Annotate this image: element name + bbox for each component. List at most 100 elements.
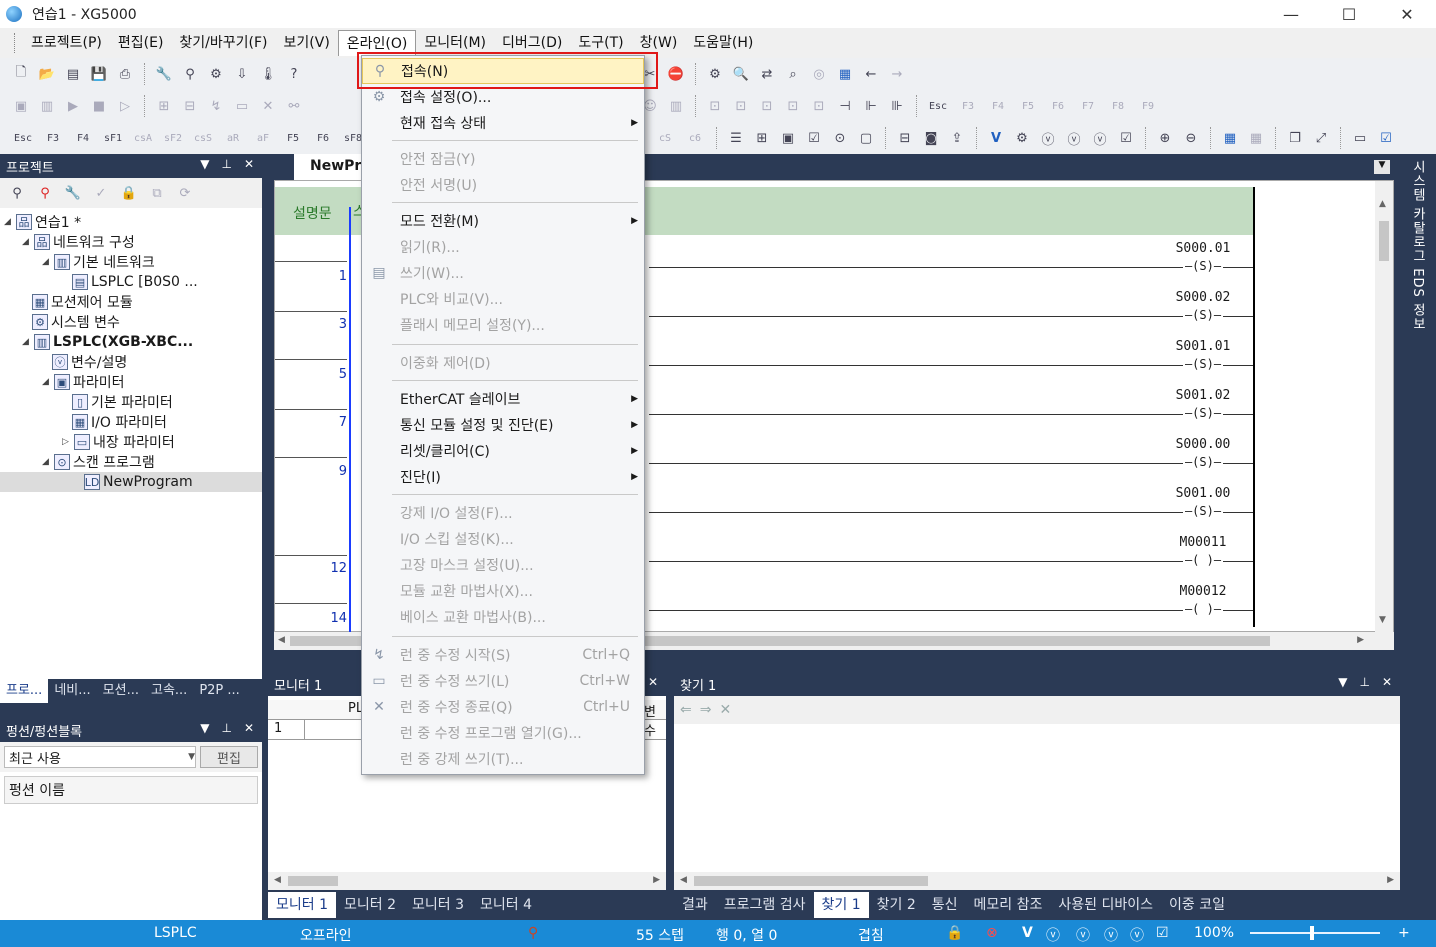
back-arrow-icon[interactable]: ←	[860, 63, 882, 85]
zoom-in-button[interactable]: +	[1398, 925, 1410, 941]
tree-item-io-param[interactable]: ▦ I/O 파라미터	[0, 412, 262, 432]
ladder-f6-icon[interactable]: F6	[310, 127, 336, 149]
function-edit-button[interactable]: 편집	[200, 746, 258, 768]
key-f9-icon[interactable]: F9	[1135, 95, 1161, 117]
set-coil[interactable]: —(S)—	[1183, 406, 1223, 420]
scroll-up-icon[interactable]: ▲	[1379, 199, 1386, 209]
menu-find-replace[interactable]: 찾기/바꾸기(F)	[171, 30, 275, 56]
open-folder-icon[interactable]: 📂	[36, 63, 58, 85]
chevron-down-icon[interactable]: ▼	[1374, 160, 1390, 174]
menu-item-redundancy[interactable]: 이중화 제어(D)	[362, 350, 644, 376]
replace-icon[interactable]: ⇄	[756, 63, 778, 85]
function-category-select[interactable]: 최근 사용 ▼	[4, 746, 196, 768]
close-icon[interactable]: ✕	[1382, 675, 1392, 689]
block-icon[interactable]: ⊡	[704, 95, 726, 117]
thermometer-icon[interactable]: 🌡	[257, 63, 279, 85]
tab-highspeed[interactable]: 고속...	[145, 679, 193, 703]
chip-icon[interactable]: ⚙	[1011, 127, 1033, 149]
menu-item-connection-status[interactable]: 현재 접속 상태 ▶	[362, 110, 644, 136]
zoom-dim-icon[interactable]: ◎	[808, 63, 830, 85]
connect-icon[interactable]: ⚲	[179, 63, 201, 85]
tree-item-basic-network[interactable]: ◢ ▥ 기본 네트워크	[0, 252, 262, 272]
zoom-in-icon[interactable]: ⊕	[1154, 127, 1176, 149]
menu-item-io-skip[interactable]: I/O 스킵 설정(K)...	[362, 526, 644, 552]
menu-item-run-edit-open[interactable]: 런 중 수정 프로그램 열기(G)...	[362, 720, 644, 746]
menu-item-run-edit-start[interactable]: ↯ 런 중 수정 시작(S) Ctrl+Q	[362, 642, 644, 668]
online-edit-icon[interactable]: ⊞	[153, 95, 175, 117]
var2-icon[interactable]: ⓥ	[1063, 127, 1085, 149]
var4-icon[interactable]: ☑	[1115, 127, 1137, 149]
tree-item-newprogram[interactable]: LD NewProgram	[0, 472, 262, 492]
key-esc-icon[interactable]: Esc	[925, 95, 951, 117]
var5-icon[interactable]: ☑	[1156, 925, 1169, 941]
block2-icon[interactable]: ⊡	[730, 95, 752, 117]
tree-item-plc[interactable]: ◢ ▥ LSPLC(XGB-XBC...	[0, 332, 262, 352]
menu-help[interactable]: 도움말(H)	[685, 30, 761, 56]
minimize-button[interactable]: —	[1262, 0, 1320, 28]
stop-icon[interactable]: ⛔	[665, 63, 687, 85]
clear-icon[interactable]: ✕	[719, 702, 731, 718]
copy-icon[interactable]: ⧉	[146, 182, 168, 204]
lock-icon[interactable]: 🔒	[118, 182, 140, 204]
view-grid-icon[interactable]: ⊞	[751, 127, 773, 149]
collapse-icon[interactable]: ◢	[4, 217, 16, 227]
view-link-icon[interactable]: ⊙	[829, 127, 851, 149]
key-f4-icon[interactable]: F4	[985, 95, 1011, 117]
set-coil[interactable]: —(S)—	[1183, 259, 1223, 273]
key-f5-icon[interactable]: F5	[1015, 95, 1041, 117]
zoom-slider-track[interactable]	[1250, 932, 1380, 934]
find-next-icon[interactable]: ⇒	[700, 702, 712, 718]
ladder-esc-icon[interactable]: Esc	[10, 127, 36, 149]
window-icon[interactable]: ▭	[1349, 127, 1371, 149]
menu-item-mode-change[interactable]: 모드 전환(M) ▶	[362, 208, 644, 234]
close-icon[interactable]: ✕	[244, 157, 254, 171]
scroll-right-icon[interactable]: ▶	[1387, 875, 1394, 885]
run-edit-start-icon[interactable]: ↯	[205, 95, 227, 117]
wrench-icon[interactable]: 🔧	[153, 63, 175, 85]
verify-v-icon[interactable]: V	[1022, 925, 1033, 941]
ladder-sf1-icon[interactable]: sF1	[100, 127, 126, 149]
tab-monitor-2[interactable]: 모니터 2	[336, 892, 404, 918]
tree-item-project[interactable]: ◢ 品 연습1 *	[0, 212, 262, 232]
fullscreen-icon[interactable]: ⤢	[1310, 127, 1332, 149]
stop-square-icon[interactable]: ■	[88, 95, 110, 117]
program-icon[interactable]: ▣	[10, 95, 32, 117]
wrench-icon[interactable]: 🔧	[62, 182, 84, 204]
expand-icon[interactable]: ▷	[62, 437, 74, 447]
scroll-thumb[interactable]	[694, 876, 928, 886]
ladder-f5-icon[interactable]: F5	[280, 127, 306, 149]
chevron-down-icon[interactable]: ▼	[200, 157, 209, 171]
scroll-down-icon[interactable]: ▼	[1379, 615, 1386, 625]
tab-find-1[interactable]: 찾기 1	[813, 892, 869, 918]
menu-item-fault-mask[interactable]: 고장 마스크 설정(U)...	[362, 552, 644, 578]
tab-monitor-4[interactable]: 모니터 4	[472, 892, 540, 918]
verify-v-icon[interactable]: V	[985, 127, 1007, 149]
block3-icon[interactable]: ⊡	[756, 95, 778, 117]
var2-icon[interactable]: ⓥ	[1076, 925, 1090, 945]
pin-icon[interactable]: ⊥	[221, 721, 231, 735]
checkbox-icon[interactable]: ☑	[1375, 127, 1397, 149]
grid-view2-icon[interactable]: ▦	[1245, 127, 1267, 149]
editor-vertical-scrollbar[interactable]: ▲ ▼	[1375, 181, 1393, 633]
tree-item-system-vars[interactable]: ⚙ 시스템 변수	[0, 312, 262, 332]
menu-edit[interactable]: 편집(E)	[110, 30, 172, 56]
grid-icon[interactable]: ▦	[834, 63, 856, 85]
new-file-icon[interactable]: 🗋	[10, 63, 32, 85]
pin-icon[interactable]: ⊥	[221, 157, 231, 171]
grid-view-icon[interactable]: ▦	[1219, 127, 1241, 149]
set-coil[interactable]: —(S)—	[1183, 308, 1223, 322]
ladder-c6-icon[interactable]: c6	[682, 127, 708, 149]
fb-icon[interactable]: ⊪	[886, 95, 908, 117]
run-edit-write-icon[interactable]: ▭	[231, 95, 253, 117]
tab-monitor-1[interactable]: 모니터 1	[268, 892, 336, 918]
var4-icon[interactable]: ⓥ	[1130, 925, 1144, 945]
view-list-icon[interactable]: ☰	[725, 127, 747, 149]
tab-double-coil[interactable]: 이중 코일	[1161, 892, 1233, 918]
program-upload-icon[interactable]: ▥	[36, 95, 58, 117]
block4-icon[interactable]: ⊡	[782, 95, 804, 117]
connect-project-icon[interactable]: ⚲	[6, 182, 28, 204]
link-icon[interactable]: ⚯	[283, 95, 305, 117]
tab-p2p[interactable]: P2P ...	[193, 679, 245, 703]
menu-item-ethercat[interactable]: EtherCAT 슬레이브 ▶	[362, 386, 644, 412]
cascade-icon[interactable]: ❐	[1284, 127, 1306, 149]
